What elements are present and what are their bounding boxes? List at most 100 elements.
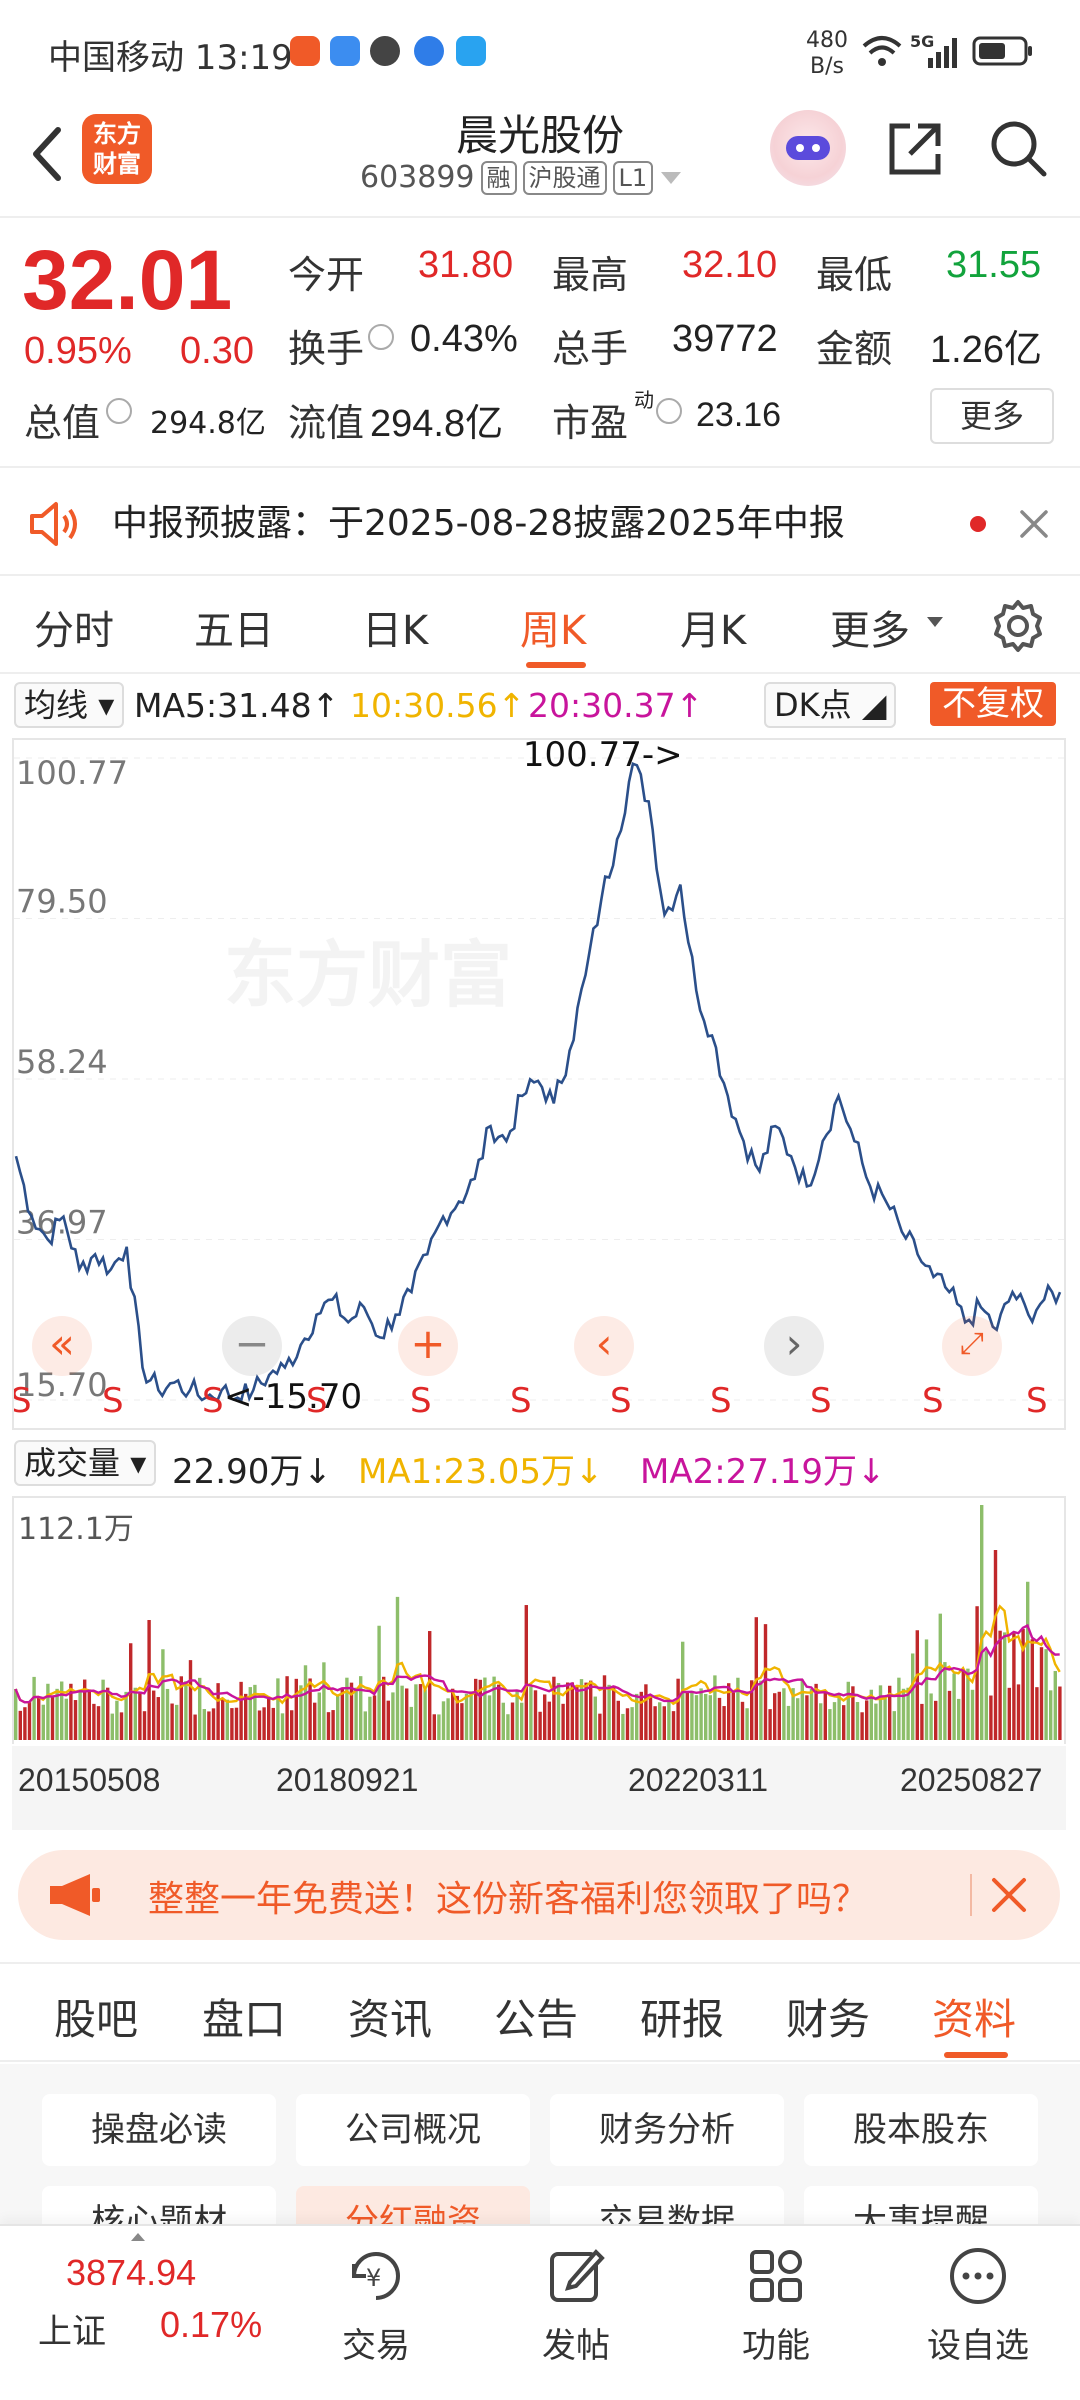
- chip-major-events[interactable]: 大事提醒: [804, 2186, 1038, 2224]
- tab-daily-k[interactable]: 日K: [362, 598, 428, 656]
- chip-company-overview[interactable]: 公司概况: [296, 2094, 530, 2166]
- nav-post[interactable]: 发帖: [506, 2244, 646, 2367]
- more-quote-button[interactable]: 更多: [930, 388, 1054, 444]
- volume-bar: [96, 1706, 101, 1740]
- rewind-button[interactable]: «: [32, 1316, 92, 1376]
- ma-indicator-bar: 均线 ▾ MA5:31.48↑ 10:30.56↑ 20:30.37↑ DK点 …: [0, 678, 1080, 734]
- volume-bar: [161, 1649, 165, 1740]
- tab-news[interactable]: 资讯: [348, 1986, 432, 2047]
- pe-value: 23.16: [696, 396, 782, 434]
- volume-bar: [524, 1605, 528, 1740]
- share-icon[interactable]: [884, 118, 946, 180]
- promo-banner[interactable]: 整整一年免费送！这份新客福利您领取了吗？: [18, 1850, 1060, 1940]
- close-icon[interactable]: [990, 1876, 1028, 1914]
- volume-bar: [230, 1708, 234, 1740]
- wifi-icon: [862, 36, 902, 66]
- volume-bar: [878, 1685, 883, 1740]
- volume-bar: [823, 1690, 827, 1740]
- notice-bar[interactable]: 中报预披露：于2025-08-28披露2025年中报: [0, 470, 1080, 574]
- ai-assistant-icon[interactable]: [770, 110, 846, 186]
- settings-gear-icon[interactable]: [990, 598, 1046, 654]
- tab-announcements[interactable]: 公告: [494, 1986, 578, 2047]
- volume-bar: [892, 1711, 896, 1740]
- chip-financial-analysis[interactable]: 财务分析: [550, 2094, 784, 2166]
- sell-marker: S: [610, 1381, 632, 1421]
- chip-trading-guide[interactable]: 操盘必读: [42, 2094, 276, 2166]
- volume-bar: [593, 1696, 597, 1740]
- open-label: 今开: [288, 253, 365, 297]
- volume-bar: [796, 1698, 800, 1740]
- tab-monthly-k[interactable]: 月K: [680, 598, 746, 656]
- date-axis: 20150508 20180921 20220311 20250827: [12, 1746, 1066, 1830]
- profile-shortcuts: 操盘必读 公司概况 财务分析 股本股东 核心题材 分红融资 交易数据 大事提醒: [0, 2064, 1080, 2224]
- tab-market[interactable]: 盘口: [202, 1986, 286, 2047]
- volume-bar: [73, 1700, 78, 1740]
- volume-bar: [957, 1698, 961, 1740]
- chip-shareholders[interactable]: 股本股东: [804, 2094, 1038, 2166]
- float-value: 294.8亿: [370, 403, 504, 445]
- volume-bar: [625, 1708, 630, 1740]
- tab-forum[interactable]: 股吧: [54, 1986, 138, 2047]
- volume-bar: [828, 1709, 832, 1740]
- volume-bar: [303, 1665, 308, 1740]
- nav-functions[interactable]: 功能: [706, 2244, 846, 2367]
- price-chart[interactable]: 东方财富 100.77 79.50 58.24 36.97 15.70 100.77->…: [10, 735, 1066, 1430]
- tab-research[interactable]: 研报: [640, 1986, 724, 2047]
- chip-dividends[interactable]: 分红融资: [296, 2186, 530, 2224]
- sell-marker: S: [510, 1381, 532, 1421]
- back-arrow-icon[interactable]: [26, 124, 70, 184]
- volume-bar: [639, 1691, 643, 1740]
- nav-trade[interactable]: ¥ 交易: [306, 2244, 446, 2367]
- fullscreen-icon[interactable]: ⤢: [942, 1316, 1002, 1376]
- info-icon[interactable]: [656, 398, 682, 424]
- volume-bar: [340, 1689, 344, 1740]
- dk-point-select[interactable]: DK点 ◢: [764, 682, 897, 728]
- tab-timeshare[interactable]: 分时: [34, 598, 114, 656]
- app-logo[interactable]: 东方 财富: [82, 114, 152, 184]
- level-tag: L1: [612, 160, 654, 195]
- close-icon[interactable]: [1018, 508, 1050, 540]
- date-tick: 20150508: [18, 1762, 161, 1798]
- grid-apps-icon: [750, 2250, 802, 2302]
- volume-bar: [221, 1699, 225, 1740]
- volume-bar: [865, 1700, 869, 1740]
- tab-profile[interactable]: 资料: [932, 1986, 1016, 2047]
- scroll-left-button[interactable]: ‹: [574, 1316, 634, 1376]
- volume-bar: [175, 1704, 179, 1740]
- indicator-select[interactable]: 均线 ▾: [14, 682, 125, 728]
- tab-five-day[interactable]: 五日: [194, 598, 274, 656]
- volume-indicator-select[interactable]: 成交量 ▾: [14, 1440, 157, 1486]
- info-icon[interactable]: [106, 398, 132, 424]
- volume-bar: [405, 1688, 409, 1740]
- adjust-type-button[interactable]: 不复权: [930, 682, 1056, 726]
- volume-bar: [713, 1675, 717, 1740]
- info-icon[interactable]: [368, 324, 394, 350]
- tab-finance[interactable]: 财务: [786, 1986, 870, 2047]
- volume-bar: [363, 1711, 367, 1740]
- tab-more-periods[interactable]: 更多: [830, 598, 910, 656]
- index-ticker[interactable]: 3874.94 上证 0.17%: [0, 2226, 300, 2400]
- nav-add-watchlist[interactable]: 设自选: [908, 2244, 1048, 2367]
- period-tabs: 分时 五日 日K 周K 月K 更多: [0, 574, 1080, 674]
- volume-bar: [768, 1709, 772, 1740]
- volume-bar: [257, 1710, 262, 1740]
- volume-bar: [690, 1690, 694, 1740]
- zoom-in-button[interactable]: +: [398, 1316, 458, 1376]
- scroll-right-button[interactable]: ›: [764, 1316, 824, 1376]
- stock-header: 东方 财富 晨光股份 603899 融 沪股通 L1: [0, 100, 1080, 218]
- dropdown-triangle-icon: [927, 617, 943, 627]
- volume-chart[interactable]: 112.1万: [12, 1496, 1066, 1744]
- volume-bar: [598, 1713, 602, 1740]
- zoom-out-button[interactable]: −: [222, 1316, 282, 1376]
- stock-meta[interactable]: 603899 融 沪股通 L1: [360, 160, 683, 195]
- chip-core-themes[interactable]: 核心题材: [42, 2186, 276, 2224]
- volume-bar: [809, 1688, 814, 1740]
- volume-bar: [386, 1700, 390, 1740]
- volume-bar: [533, 1690, 538, 1740]
- search-icon[interactable]: [986, 116, 1050, 180]
- volume-bar: [133, 1687, 137, 1740]
- tab-weekly-k[interactable]: 周K: [520, 598, 586, 656]
- chip-trading-data[interactable]: 交易数据: [550, 2186, 784, 2224]
- volume-bar: [382, 1676, 386, 1740]
- price-line: [14, 762, 1062, 1403]
